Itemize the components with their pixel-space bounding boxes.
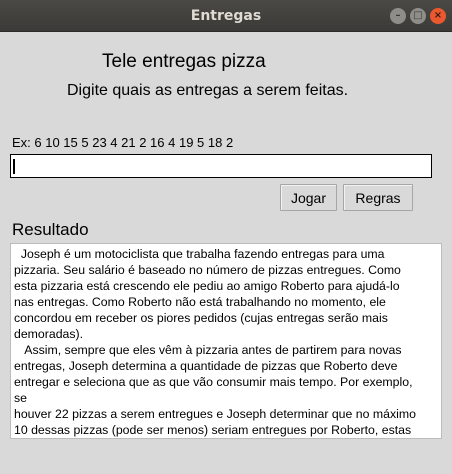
page-heading: Tele entregas pizza <box>102 51 266 72</box>
close-button[interactable]: × <box>430 8 446 24</box>
result-line: 10 dessas pizzas (pode ser menos) seriam… <box>14 423 412 437</box>
maximize-icon: □ <box>413 10 423 21</box>
result-line: Joseph é um motociclista que trabalha fa… <box>14 247 385 261</box>
result-line: entregas, Joseph determina a quantidade … <box>14 359 398 373</box>
window-title: Entregas <box>190 8 262 24</box>
play-button[interactable]: Jogar <box>280 184 337 211</box>
title-bar[interactable]: Entregas – □ × <box>0 0 452 32</box>
close-icon: × <box>433 10 443 21</box>
result-line: Assim, sempre que eles vêm à pizzaria an… <box>14 343 402 357</box>
result-line: demoradas). <box>14 327 84 341</box>
text-cursor <box>13 159 15 174</box>
rules-button[interactable]: Regras <box>343 184 413 211</box>
example-text: Ex: 6 10 15 5 23 4 21 2 16 4 19 5 18 2 <box>12 135 234 150</box>
result-line: esta pizzaria está crescendo ele pediu a… <box>14 279 400 293</box>
app-window: Entregas – □ × Tele entregas pizza Digit… <box>0 0 452 474</box>
minimize-button[interactable]: – <box>390 8 406 24</box>
result-label: Resultado <box>12 220 89 239</box>
instructions-text: Digite quais as entregas a serem feitas. <box>67 82 349 99</box>
result-line: entregar e seleciona que as que vão cons… <box>14 375 413 389</box>
result-line: nas entregas. Como Roberto não está trab… <box>14 295 386 309</box>
result-line: pizzaria. Seu salário é baseado no númer… <box>14 263 401 277</box>
result-text-area[interactable]: Joseph é um motociclista que trabalha fa… <box>10 243 442 439</box>
maximize-button[interactable]: □ <box>410 8 426 24</box>
result-line: concordou em receber os piores pedidos (… <box>14 311 388 325</box>
result-line: se <box>14 391 27 405</box>
result-line: houver 22 pizzas a serem entregues e Jos… <box>14 407 416 421</box>
minimize-icon: – <box>395 10 401 21</box>
deliveries-input[interactable] <box>10 154 432 178</box>
